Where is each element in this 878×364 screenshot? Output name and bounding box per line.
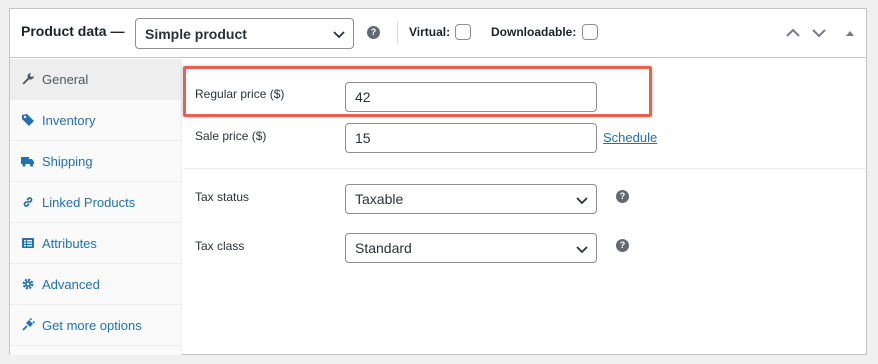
schedule-link[interactable]: Schedule: [603, 130, 657, 145]
tab-get-more-options[interactable]: Get more options: [10, 305, 182, 346]
tab-label: Get more options: [42, 318, 142, 333]
product-data-panel: Product data — Simple product ? Virtual:…: [9, 8, 867, 355]
list-icon: [21, 236, 35, 250]
tax-class-value: Standard: [355, 240, 412, 256]
product-data-header: Product data — Simple product ? Virtual:…: [10, 9, 866, 58]
collapse-toggle-icon[interactable]: [842, 26, 858, 40]
tab-inventory[interactable]: Inventory: [10, 100, 182, 141]
tax-status-value: Taxable: [355, 191, 404, 207]
downloadable-label: Downloadable:: [491, 25, 577, 39]
chevron-down-icon: [575, 193, 589, 207]
tax-class-select[interactable]: Standard: [345, 233, 597, 263]
move-down-icon[interactable]: [811, 26, 827, 40]
regular-price-highlight: [183, 66, 652, 117]
product-type-select[interactable]: Simple product: [135, 18, 354, 49]
section-divider: [183, 168, 866, 169]
move-up-icon[interactable]: [785, 26, 801, 40]
virtual-label: Virtual:: [409, 25, 451, 39]
sale-price-input[interactable]: 15: [345, 123, 597, 153]
plug-icon: [21, 317, 36, 332]
tab-linked-products[interactable]: Linked Products: [10, 182, 182, 223]
tax-class-label: Tax class: [195, 239, 245, 253]
tab-label: Shipping: [42, 154, 93, 169]
tab-label: Advanced: [42, 277, 100, 292]
tab-shipping[interactable]: Shipping: [10, 141, 182, 182]
truck-icon: [21, 154, 35, 168]
wrench-icon: [21, 72, 35, 86]
sale-price-value: 15: [355, 130, 371, 146]
link-icon: [21, 195, 35, 209]
header-separator: [397, 22, 398, 44]
product-data-tabs: General Inventory Shipping Linked Produc…: [10, 59, 182, 355]
tax-status-help-icon[interactable]: ?: [616, 190, 629, 203]
tab-attributes[interactable]: Attributes: [10, 223, 182, 264]
tax-status-label: Tax status: [195, 190, 250, 204]
gear-icon: [21, 277, 35, 291]
downloadable-checkbox[interactable]: [582, 24, 598, 40]
chevron-down-icon: [332, 27, 346, 41]
tab-label: General: [42, 72, 89, 87]
tag-icon: [21, 113, 35, 127]
tab-label: Inventory: [42, 113, 96, 128]
panel-title: Product data —: [21, 23, 125, 39]
virtual-checkbox[interactable]: [455, 24, 471, 40]
product-type-help-icon[interactable]: ?: [367, 26, 380, 39]
chevron-down-icon: [575, 242, 589, 256]
tab-label: Linked Products: [42, 195, 136, 210]
tab-general[interactable]: General: [10, 59, 182, 100]
tax-class-help-icon[interactable]: ?: [616, 239, 629, 252]
sale-price-label: Sale price ($): [195, 129, 267, 143]
tax-status-select[interactable]: Taxable: [345, 184, 597, 214]
tab-label: Attributes: [42, 236, 97, 251]
tab-advanced[interactable]: Advanced: [10, 264, 182, 305]
product-type-value: Simple product: [145, 26, 247, 42]
